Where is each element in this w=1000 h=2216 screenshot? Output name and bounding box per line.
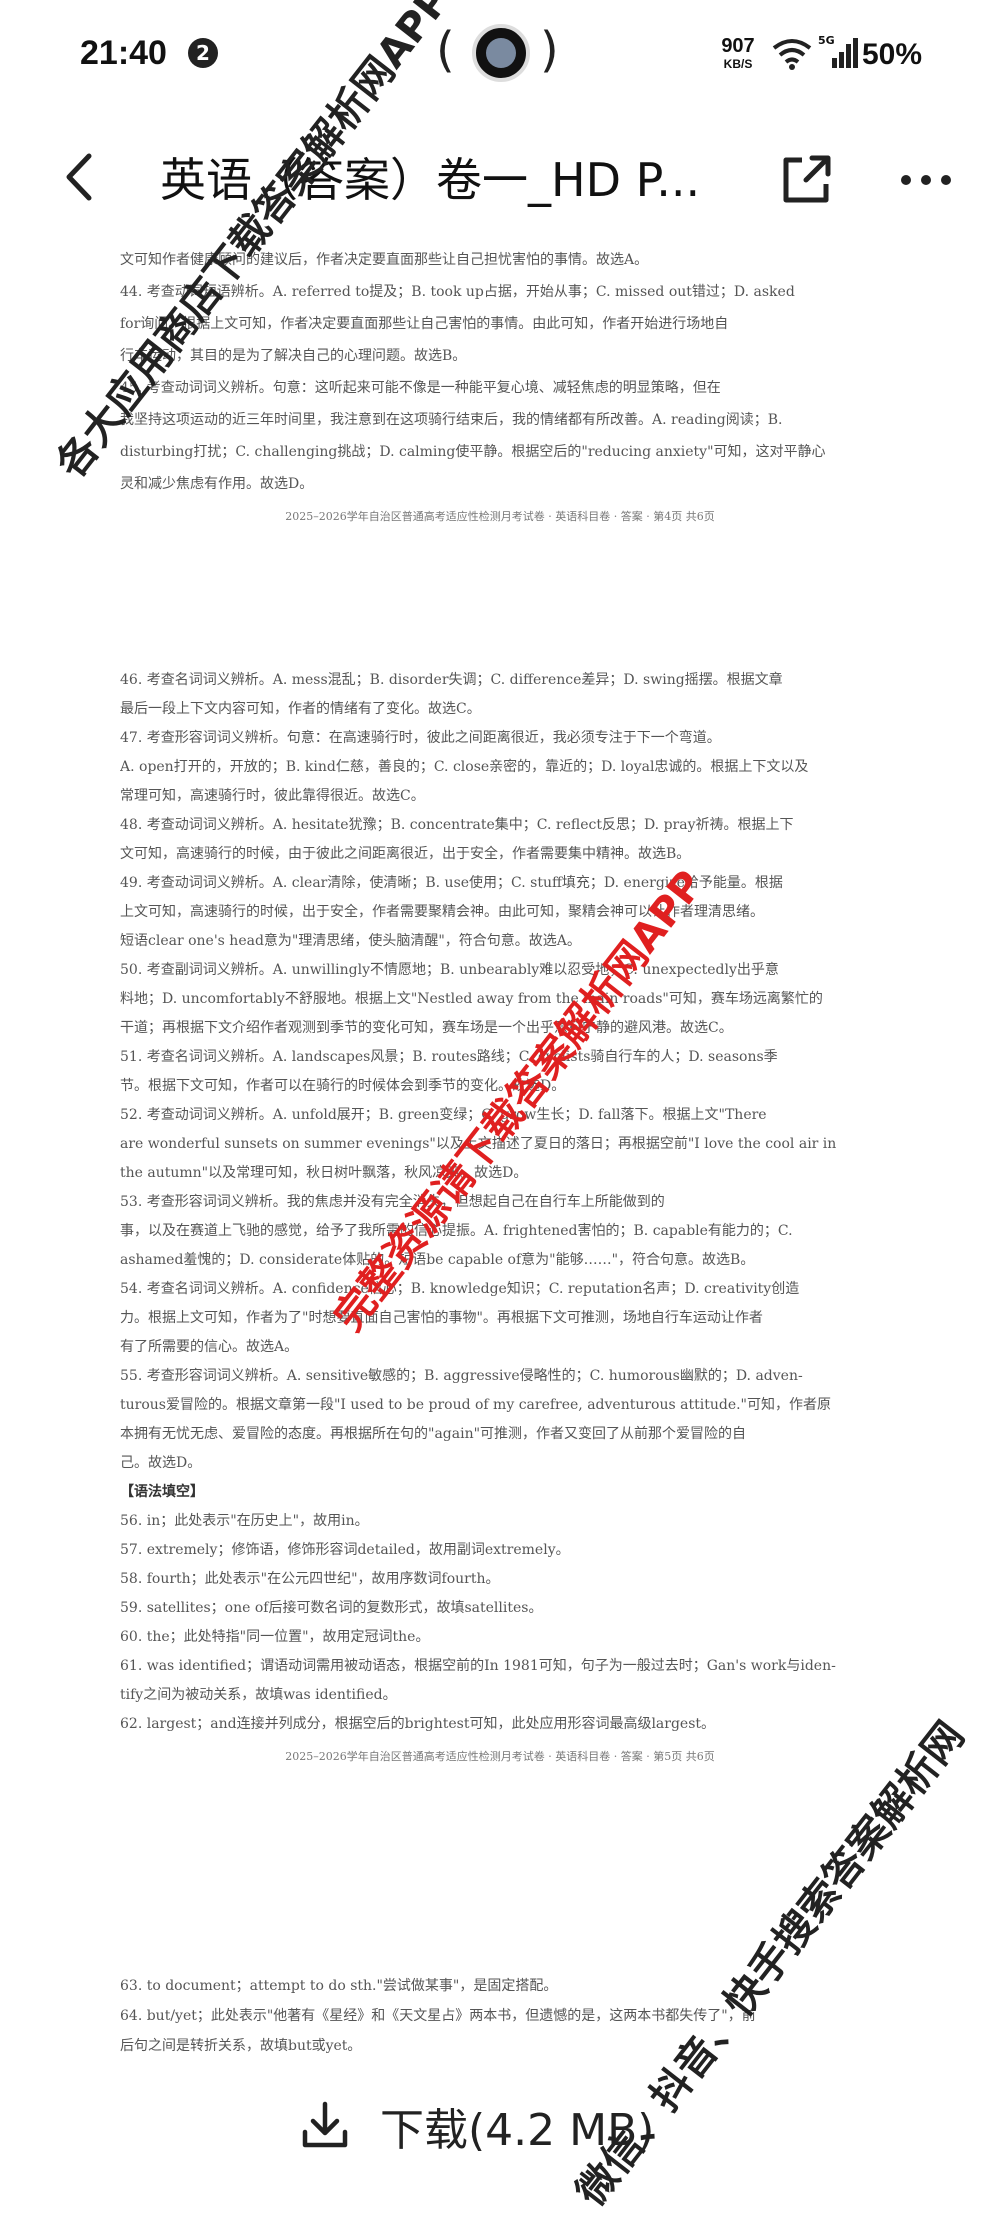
doc-line: 57. extremely；修饰语，修饰形容词detailed，故用副词extr…	[120, 1542, 570, 1558]
download-icon	[302, 2101, 348, 2148]
doc-line: 料地；D. uncomfortably不舒服地。根据上文"Nestled awa…	[120, 991, 823, 1007]
doc-line: 行车运动，其目的是为了解决自己的心理问题。故选B。	[120, 348, 467, 364]
doc-line: for询问。根据上文可知，作者决定要直面那些让自己害怕的事情。由此可知，作者开始…	[120, 316, 729, 332]
page-footer: 2025–2026学年自治区普通高考适应性检测月考试卷 · 英语科目卷 · 答案…	[285, 510, 715, 523]
back-arrow-icon[interactable]	[55, 150, 109, 204]
doc-line: 58. fourth；此处表示"在公元四世纪"，故用序数词fourth。	[120, 1571, 500, 1587]
doc-line: tify之间为被动关系，故填was identified。	[120, 1687, 397, 1703]
doc-line: 短语clear one's head意为"理清思绪，使头脑清醒"，符合句意。故选…	[120, 933, 581, 949]
doc-line: 62. largest；and连接并列成分，根据空后的brightest可知，此…	[120, 1716, 716, 1732]
avatar	[472, 24, 530, 82]
net-speed-unit: KB/S	[723, 57, 753, 71]
doc-line: 53. 考查形容词词义辨析。我的焦虑并没有完全消失，但想起自己在自行车上所能做到…	[120, 1194, 665, 1210]
doc-line: 本拥有无忧无虑、爱冒险的态度。再根据所在句的"again"可推测，作者又变回了从…	[120, 1426, 747, 1442]
doc-line: 45. 考查动词词义辨析。句意：这听起来可能不像是一种能平复心境、减轻焦虑的明显…	[120, 380, 721, 396]
doc-line: disturbing打扰；C. challenging挑战；D. calming…	[120, 444, 826, 460]
doc-line: 60. the；此处特指"同一位置"，故用定冠词the。	[120, 1629, 430, 1645]
doc-line: 后句之间是转折关系，故填but或yet。	[120, 2038, 362, 2054]
doc-line: 文可知，高速骑行的时候，由于彼此之间距离很近，出于安全，作者需要集中精神。故选B…	[120, 846, 691, 862]
doc-line: 灵和减少焦虑有作用。故选D。	[120, 476, 314, 492]
page-footer: 2025–2026学年自治区普通高考适应性检测月考试卷 · 英语科目卷 · 答案…	[285, 1750, 715, 1763]
app-bar: 英语（答案）卷一_HD P...	[0, 130, 1000, 230]
doc-line: 54. 考查名词词义辨析。A. confidence信心；B. knowledg…	[120, 1281, 800, 1297]
share-icon[interactable]	[776, 150, 836, 210]
battery-level: 50%	[862, 38, 923, 71]
doc-line: 我坚持这项运动的近三年时间里，我注意到在这项骑行结束后，我的情绪都有所改善。A.…	[120, 412, 783, 428]
section-heading: 【语法填空】	[120, 1484, 204, 1500]
status-bar: 21:40 2 ( ) 907 KB/S 5G 50%	[0, 0, 1000, 110]
doc-line: 常理可知，高速骑行时，彼此靠得很近。故选C。	[120, 788, 425, 804]
doc-line: 上文可知，高速骑行的时候，出于安全，作者需要聚精会神。由此可知，聚精会神可以让作…	[120, 904, 764, 920]
doc-line: turous爱冒险的。根据文章第一段"I used to be proud of…	[120, 1397, 831, 1413]
signal-icon	[832, 38, 858, 68]
doc-line: 50. 考查副词词义辨析。A. unwillingly不情愿地；B. unbea…	[120, 962, 779, 978]
net-speed-value: 907	[721, 35, 755, 57]
doc-line: 47. 考查形容词词义辨析。句意：在高速骑行时，彼此之间距离很近，我必须专注于下…	[120, 730, 721, 746]
doc-line: 48. 考查动词词义辨析。A. hesitate犹豫；B. concentrat…	[120, 817, 794, 833]
doc-line: 46. 考查名词词义辨析。A. mess混乱；B. disorder失调；C. …	[120, 672, 783, 688]
doc-line: 49. 考查动词词义辨析。A. clear清除，使清晰；B. use使用；C. …	[120, 875, 783, 891]
download-label: 下载(4.2 MB)	[380, 2105, 655, 2156]
net-speed: 907 KB/S	[714, 36, 762, 70]
doc-line: 有了所需要的信心。故选A。	[120, 1339, 299, 1355]
doc-line: ashamed羞愧的；D. considerate体贴的。短语be capabl…	[120, 1252, 755, 1268]
doc-line: 最后一段上下文内容可知，作者的情绪有了变化。故选C。	[120, 701, 481, 717]
doc-line: A. open打开的，开放的；B. kind仁慈，善良的；C. close亲密的…	[120, 759, 809, 775]
doc-line: 55. 考查形容词词义辨析。A. sensitive敏感的；B. aggress…	[120, 1368, 803, 1384]
wifi-icon	[772, 39, 812, 70]
download-button[interactable]: 下载(4.2 MB)	[0, 2080, 1000, 2190]
doc-line: 干道；再根据下文介绍作者观测到季节的变化可知，赛车场是一个出乎意料宁静的避风港。…	[120, 1020, 733, 1036]
right-paren-glyph: )	[540, 22, 559, 78]
doc-line: 事，以及在赛道上飞驰的感觉，给予了我所需的信心提振。A. frightened害…	[120, 1223, 793, 1239]
doc-line: 力。根据上文可知，作者为了"时想要直面自己害怕的事物"。再根据下文可推测，场地自…	[120, 1310, 763, 1326]
doc-line: 61. was identified；谓语动词需用被动语态，根据空前的In 19…	[120, 1658, 836, 1674]
more-icon[interactable]	[896, 150, 956, 210]
doc-line: 59. satellites；one of后接可数名词的复数形式，故填satel…	[120, 1600, 543, 1616]
notification-badge: 2	[188, 38, 218, 68]
status-time: 21:40	[80, 34, 167, 72]
doc-line: 己。故选D。	[120, 1455, 202, 1471]
doc-line: 56. in；此处表示"在历史上"，故用in。	[120, 1513, 369, 1529]
doc-line: 51. 考查名词词义辨析。A. landscapes风景；B. routes路线…	[120, 1049, 778, 1065]
